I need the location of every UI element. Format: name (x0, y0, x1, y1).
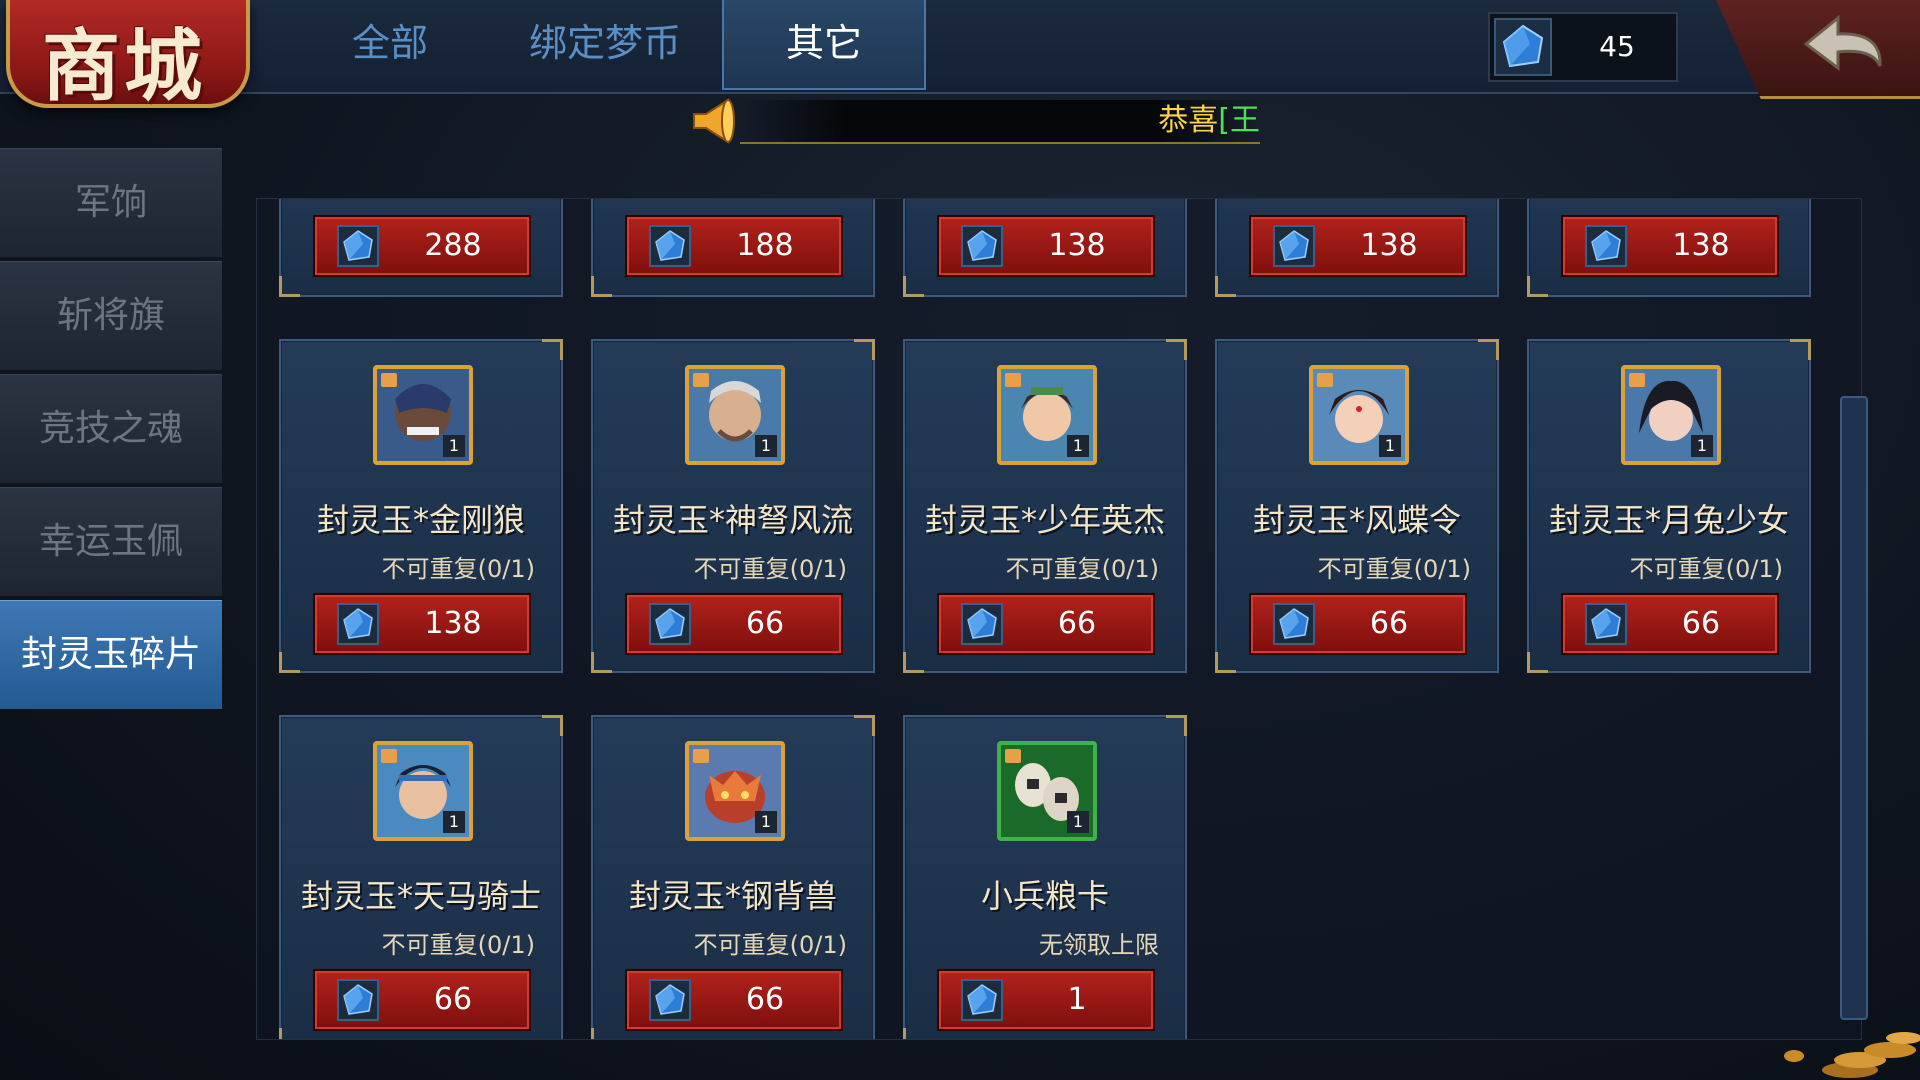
lock-icon (381, 373, 397, 387)
blue-gem-icon (649, 979, 691, 1021)
blue-gem-icon (337, 979, 379, 1021)
lock-icon (1005, 749, 1021, 763)
price-button[interactable]: 66 (937, 593, 1155, 655)
announcement-marquee: 恭喜[王 (740, 100, 1260, 144)
sidebar-item-military-pay[interactable]: 军饷 (0, 148, 222, 257)
portrait-icon: 1 (373, 365, 473, 465)
price-button[interactable]: 66 (1249, 593, 1467, 655)
portrait-icon: 1 (685, 741, 785, 841)
blue-gem-icon (1585, 225, 1627, 267)
shop-card[interactable]: 1 封灵玉*月兔少女 不可重复(0/1) 66 (1527, 339, 1811, 673)
portrait-icon: 1 (373, 741, 473, 841)
marquee-text: 恭喜[王 (1158, 103, 1260, 138)
item-limit: 不可重复(0/1) (1317, 555, 1471, 583)
lock-icon (381, 749, 397, 763)
blue-gem-icon (1273, 603, 1315, 645)
horn-icon (686, 92, 744, 150)
shop-card: 188 (591, 199, 875, 297)
item-limit: 不可重复(0/1) (1629, 555, 1783, 583)
portrait-icon: 1 (685, 365, 785, 465)
price-button[interactable]: 138 (937, 215, 1155, 277)
shop-card: 138 (1527, 199, 1811, 297)
item-limit: 不可重复(0/1) (693, 555, 847, 583)
item-name: 封灵玉*天马骑士 (300, 877, 541, 915)
blue-gem-icon (1585, 603, 1627, 645)
price-button[interactable]: 1 (937, 969, 1155, 1031)
gold-coins-icon (1784, 1032, 1920, 1078)
portrait-icon: 1 (1621, 365, 1721, 465)
shop-card: 288 (279, 199, 563, 297)
sidebar-item-lucky-jade[interactable]: 幸运玉佩 (0, 487, 222, 596)
blue-gem-icon (649, 603, 691, 645)
lock-icon (1629, 373, 1645, 387)
item-limit: 不可重复(0/1) (381, 555, 535, 583)
price-button[interactable]: 66 (313, 969, 531, 1031)
price-button[interactable]: 66 (1561, 593, 1779, 655)
blue-gem-icon (961, 225, 1003, 267)
blue-gem-icon (961, 603, 1003, 645)
item-limit: 不可重复(0/1) (693, 931, 847, 959)
item-limit: 无领取上限 (1039, 931, 1159, 959)
shop-card[interactable]: 1 封灵玉*钢背兽 不可重复(0/1) 66 (591, 715, 875, 1039)
shop-card[interactable]: 1 封灵玉*风蝶令 不可重复(0/1) 66 (1215, 339, 1499, 673)
rice-bag-icon: 1 (997, 741, 1097, 841)
blue-gem-icon (649, 225, 691, 267)
price-button[interactable]: 138 (1561, 215, 1779, 277)
shop-card[interactable]: 1 小兵粮卡 无领取上限 1 (903, 715, 1187, 1039)
sidebar-item-general-flag[interactable]: 斩将旗 (0, 261, 222, 370)
shop-item-grid: 288 188 138 138 138 1 封灵玉*金刚狼 不可重复(0/1) … (256, 198, 1862, 1040)
tab-bound-coins[interactable]: 绑定梦币 (500, 0, 710, 90)
category-sidebar: 军饷 斩将旗 竞技之魂 幸运玉佩 封灵玉碎片 (0, 148, 222, 713)
price-button[interactable]: 188 (625, 215, 843, 277)
lock-icon (1317, 373, 1333, 387)
sidebar-item-seal-jade-fragments[interactable]: 封灵玉碎片 (0, 600, 222, 709)
currency-value: 45 (1599, 30, 1635, 63)
shop-logo: 商城 (0, 0, 250, 124)
blue-gem-icon (337, 225, 379, 267)
portrait-icon: 1 (1309, 365, 1409, 465)
currency-display: 45 (1488, 12, 1678, 82)
page-title: 商城 (41, 21, 206, 112)
item-name: 封灵玉*风蝶令 (1252, 501, 1461, 539)
shop-card[interactable]: 1 封灵玉*神弩风流 不可重复(0/1) 66 (591, 339, 875, 673)
portrait-icon: 1 (997, 365, 1097, 465)
price-button[interactable]: 138 (1249, 215, 1467, 277)
blue-gem-icon (1494, 18, 1552, 76)
blue-gem-icon (961, 979, 1003, 1021)
price-button[interactable]: 66 (625, 969, 843, 1031)
item-name: 封灵玉*钢背兽 (628, 877, 837, 915)
back-arrow-icon (1803, 14, 1882, 71)
tab-all[interactable]: 全部 (280, 0, 500, 90)
shop-card[interactable]: 1 封灵玉*少年英杰 不可重复(0/1) 66 (903, 339, 1187, 673)
item-name: 小兵粮卡 (980, 877, 1109, 915)
item-name: 封灵玉*金刚狼 (316, 501, 525, 539)
lock-icon (693, 749, 709, 763)
lock-icon (1005, 373, 1021, 387)
item-name: 封灵玉*少年英杰 (924, 501, 1165, 539)
blue-gem-icon (1273, 225, 1315, 267)
lock-icon (693, 373, 709, 387)
item-name: 封灵玉*神弩风流 (612, 501, 853, 539)
price-button[interactable]: 66 (625, 593, 843, 655)
sidebar-item-arena-soul[interactable]: 竞技之魂 (0, 374, 222, 483)
blue-gem-icon (337, 603, 379, 645)
shop-card[interactable]: 1 封灵玉*天马骑士 不可重复(0/1) 66 (279, 715, 563, 1039)
shop-card: 138 (903, 199, 1187, 297)
shop-card[interactable]: 1 封灵玉*金刚狼 不可重复(0/1) 138 (279, 339, 563, 673)
tab-other[interactable]: 其它 (722, 0, 926, 90)
item-limit: 不可重复(0/1) (381, 931, 535, 959)
item-limit: 不可重复(0/1) (1005, 555, 1159, 583)
item-name: 封灵玉*月兔少女 (1548, 501, 1789, 539)
price-button[interactable]: 138 (313, 593, 531, 655)
shop-card: 138 (1215, 199, 1499, 297)
grid-scrollbar[interactable] (1840, 396, 1868, 1020)
price-button[interactable]: 288 (313, 215, 531, 277)
